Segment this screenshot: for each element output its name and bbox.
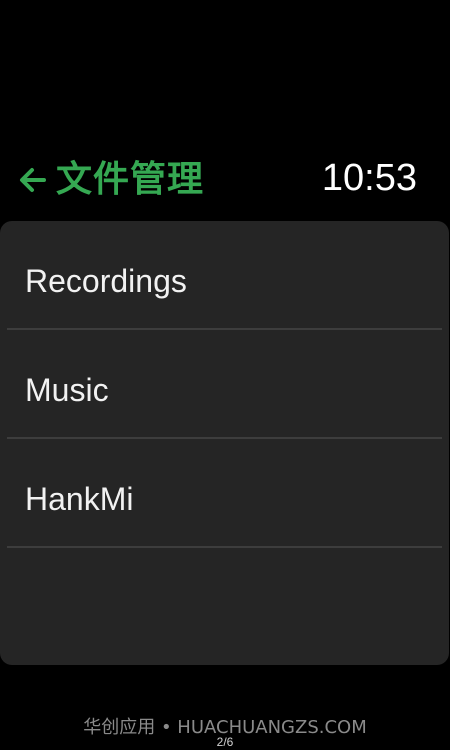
file-list: Recordings Music HankMi (0, 221, 449, 665)
header: 文件管理 10:53 (0, 150, 450, 210)
list-item-label: Music (25, 372, 109, 408)
list-item-hankmi[interactable]: HankMi (0, 439, 449, 548)
arrow-left-icon (16, 164, 48, 196)
back-button[interactable]: 文件管理 (16, 156, 204, 204)
list-item-label: Recordings (25, 263, 187, 299)
clock: 10:53 (321, 157, 417, 199)
list-item-label: HankMi (25, 481, 134, 517)
page-indicator: 2/6 (216, 735, 234, 749)
divider (7, 546, 442, 548)
list-item-music[interactable]: Music (0, 330, 449, 439)
list-item-recordings[interactable]: Recordings (0, 221, 449, 330)
page-title: 文件管理 (56, 159, 205, 200)
